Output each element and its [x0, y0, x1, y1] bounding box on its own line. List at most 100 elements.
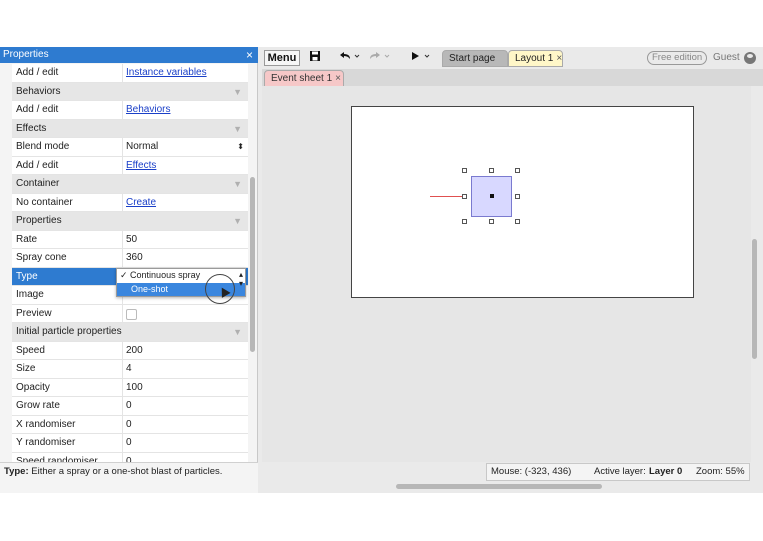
property-name: Speed randomiser	[16, 455, 98, 463]
property-row-speed[interactable]: Speed 200	[12, 341, 248, 360]
resize-handle[interactable]	[489, 219, 494, 224]
resize-handle[interactable]	[515, 194, 520, 199]
property-value[interactable]: 4	[126, 360, 246, 378]
property-name: Speed	[16, 344, 45, 356]
property-value[interactable]: 0	[126, 397, 246, 415]
close-icon[interactable]: ×	[335, 73, 341, 84]
column-divider	[122, 397, 123, 415]
tab-event-sheet-1[interactable]: Event sheet 1 ×	[264, 70, 344, 87]
property-row-no-container[interactable]: No container Create	[12, 193, 248, 212]
property-row-rate[interactable]: Rate 50	[12, 230, 248, 249]
column-divider	[122, 360, 123, 378]
chevron-down-icon[interactable]: ▼	[233, 323, 242, 341]
property-name: Image	[16, 289, 44, 300]
save-icon[interactable]	[308, 50, 322, 66]
section-header-container[interactable]: Container ▼	[12, 175, 248, 194]
property-row-x-randomiser[interactable]: X randomiser 0	[12, 415, 248, 434]
object-origin-point	[490, 194, 494, 198]
section-header-label: Effects	[16, 122, 47, 134]
property-row-blend-mode[interactable]: Blend mode Normal ⬍	[12, 138, 248, 157]
property-row-size[interactable]: Size 4	[12, 360, 248, 379]
section-header-properties[interactable]: Properties ▼	[12, 212, 248, 231]
column-divider	[122, 434, 123, 452]
column-divider	[122, 415, 123, 433]
properties-panel-header: Properties ×	[0, 47, 258, 63]
resize-handle[interactable]	[515, 168, 520, 173]
property-value[interactable]: 360	[126, 249, 246, 267]
property-name: Add / edit	[16, 104, 59, 115]
resize-handle[interactable]	[462, 194, 467, 199]
column-divider	[122, 341, 123, 359]
main-toolbar: Menu Start page Layout 1 × Free edition G…	[262, 47, 763, 69]
property-row-speed-randomiser[interactable]: Speed randomiser 0	[12, 452, 248, 463]
property-value[interactable]: 200	[126, 342, 246, 360]
zoom-level: Zoom: 55%	[696, 466, 745, 477]
property-link[interactable]: Instance variables	[126, 64, 246, 82]
undo-icon[interactable]	[336, 50, 362, 66]
property-value[interactable]: 50	[126, 231, 246, 249]
free-edition-badge[interactable]: Free edition	[647, 51, 708, 65]
mouse-position: Mouse: (-323, 436)	[491, 466, 572, 477]
layout-vertical-scrollbar[interactable]	[752, 239, 757, 359]
property-name: Blend mode	[16, 141, 70, 152]
section-header-effects[interactable]: Effects ▼	[12, 119, 248, 138]
column-divider	[122, 101, 123, 119]
close-icon[interactable]: ×	[246, 47, 253, 63]
property-row-spray-cone[interactable]: Spray cone 360	[12, 249, 248, 268]
layout-horizontal-scrollbar[interactable]	[396, 484, 602, 489]
section-header-label: Properties	[16, 215, 62, 226]
column-divider	[122, 304, 123, 322]
property-select[interactable]: Normal	[126, 138, 246, 156]
property-row-add-edit[interactable]: Add / edit Behaviors	[12, 101, 248, 120]
property-link[interactable]: Create	[126, 194, 246, 212]
property-row-preview[interactable]: Preview	[12, 304, 248, 323]
chevron-down-icon[interactable]: ▼	[233, 83, 242, 101]
chevron-down-icon[interactable]: ▼	[233, 175, 242, 193]
tab-layout-1[interactable]: Layout 1 ×	[508, 50, 563, 67]
property-link[interactable]: Behaviors	[126, 101, 246, 119]
properties-scrollbar[interactable]	[250, 177, 255, 352]
property-row-add-edit[interactable]: Add / edit Effects	[12, 156, 248, 175]
resize-handle[interactable]	[489, 168, 494, 173]
column-divider	[122, 138, 123, 156]
resize-handle[interactable]	[462, 168, 467, 173]
property-value[interactable]: 0	[126, 453, 246, 463]
document-subtabs: Event sheet 1 ×	[262, 69, 763, 87]
tab-start-page[interactable]: Start page	[442, 50, 508, 67]
tab-start-page-label: Start page	[449, 53, 496, 64]
property-value[interactable]: 100	[126, 379, 246, 397]
property-row-add-edit[interactable]: Add / edit Instance variables	[12, 64, 248, 83]
property-description-text: Either a spray or a one-shot blast of pa…	[31, 466, 223, 477]
property-name: Type	[16, 270, 38, 282]
property-link[interactable]: Effects	[126, 157, 246, 175]
property-name: Rate	[16, 233, 38, 245]
section-header-behaviors[interactable]: Behaviors ▼	[12, 82, 248, 101]
column-divider	[122, 64, 123, 82]
preview-checkbox[interactable]	[126, 308, 137, 320]
section-header-label: Initial particle properties	[16, 326, 122, 337]
layout-view[interactable]	[262, 86, 751, 462]
play-icon[interactable]	[408, 50, 432, 66]
column-divider	[122, 193, 123, 211]
property-value[interactable]: 0	[126, 416, 246, 434]
resize-handle[interactable]	[462, 219, 467, 224]
property-grid: Add / edit Instance variables Behaviors ▼ Ad…	[12, 64, 248, 462]
property-value[interactable]: 0	[126, 434, 246, 452]
property-name: Grow rate	[16, 400, 60, 411]
property-row-y-randomiser[interactable]: Y randomiser 0	[12, 434, 248, 453]
property-name: Add / edit	[16, 159, 59, 171]
redo-icon[interactable]	[366, 50, 392, 66]
close-icon[interactable]: ×	[556, 53, 562, 64]
menu-button[interactable]: Menu	[264, 50, 300, 66]
column-divider	[122, 452, 123, 462]
user-name[interactable]: Guest	[713, 51, 740, 65]
chevron-down-icon[interactable]: ▼	[233, 120, 242, 138]
active-layer-label: Active layer:	[594, 466, 646, 477]
user-account-icon[interactable]	[744, 52, 756, 64]
property-row-grow-rate[interactable]: Grow rate 0	[12, 397, 248, 416]
chevron-down-icon[interactable]: ▼	[233, 212, 242, 230]
layout-canvas[interactable]	[351, 106, 694, 298]
property-row-opacity[interactable]: Opacity 100	[12, 378, 248, 397]
resize-handle[interactable]	[515, 219, 520, 224]
section-header-initial-particle-properties[interactable]: Initial particle properties ▼	[12, 323, 248, 342]
